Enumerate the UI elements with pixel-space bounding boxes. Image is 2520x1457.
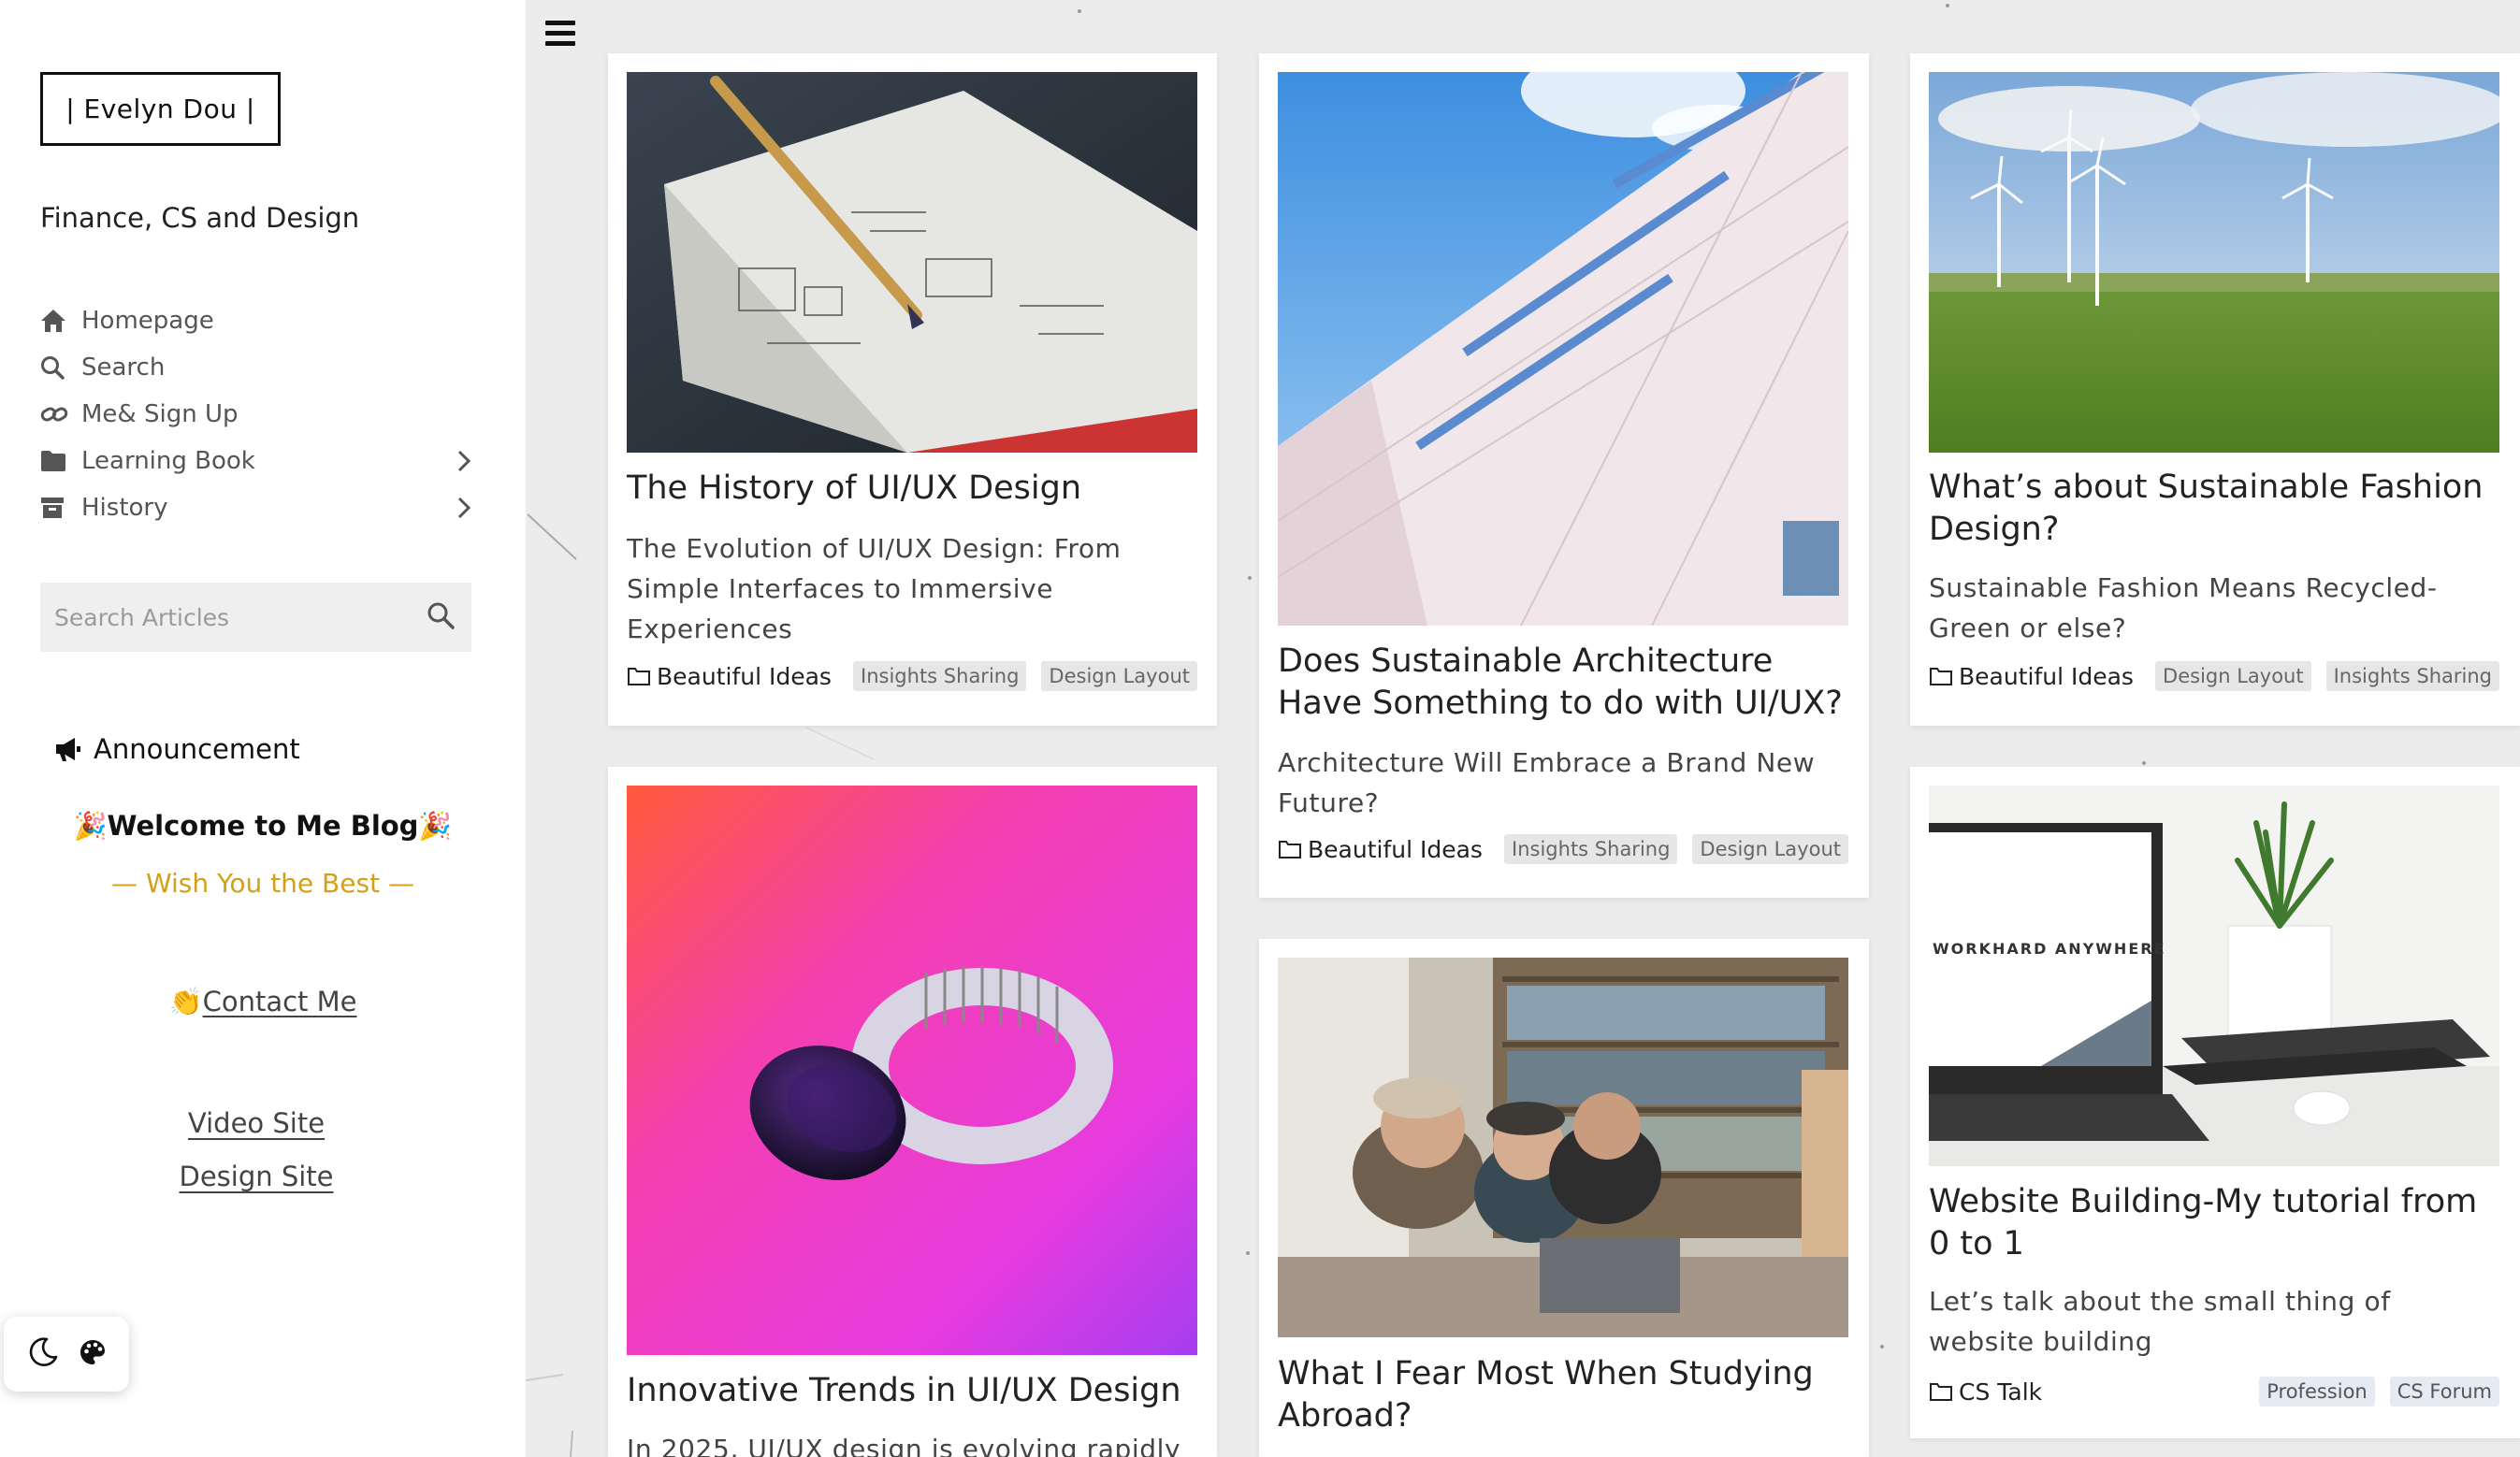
search-input[interactable] <box>54 603 427 631</box>
post-meta: CS Talk Profession CS Forum <box>1929 1377 2499 1407</box>
sidebar-item-label: History <box>81 494 168 522</box>
home-icon <box>40 309 81 333</box>
search-icon <box>40 355 81 380</box>
post-category-label: CS Talk <box>1959 1378 2043 1406</box>
sidebar-item-me-sign-up[interactable]: Me& Sign Up <box>40 391 471 438</box>
post-tag[interactable]: Profession <box>2259 1377 2375 1407</box>
post-meta: Beautiful Ideas Design Layout Insights S… <box>1929 661 2499 691</box>
post-meta: Beautiful Ideas Insights Sharing Design … <box>1278 834 1848 864</box>
post-thumbnail[interactable] <box>1278 72 1848 626</box>
post-excerpt: In 2025, UI/UX design is evolving rapidl… <box>627 1434 1181 1457</box>
post-category[interactable]: Beautiful Ideas <box>1929 663 2134 690</box>
post-tag[interactable]: CS Forum <box>2389 1377 2499 1407</box>
site-brand[interactable]: | Evelyn Dou | <box>40 72 281 146</box>
sidebar-item-label: Learning Book <box>81 447 255 475</box>
clap-emoji: 👏 <box>168 986 203 1017</box>
post-thumbnail[interactable]: WORKHARD ANYWHERE <box>1929 786 2499 1166</box>
sidebar-item-label: Homepage <box>81 307 214 335</box>
sidebar-item-label: Search <box>81 353 166 382</box>
megaphone-icon <box>54 736 94 762</box>
post-title[interactable]: What I Fear Most When Studying Abroad? <box>1278 1353 1848 1437</box>
post-thumbnail[interactable] <box>627 786 1197 1355</box>
post-tag[interactable]: Design Layout <box>2155 661 2311 691</box>
contact-me-link[interactable]: 👏Contact Me <box>0 986 526 1018</box>
post-tag[interactable]: Insights Sharing <box>2325 661 2499 691</box>
welcome-message: 🎉Welcome to Me Blog🎉 <box>73 810 453 842</box>
post-card[interactable]: What I Fear Most When Studying Abroad? <box>1259 939 1869 1457</box>
post-excerpt: Sustainable Fashion Means Recycled-Green… <box>1929 572 2438 643</box>
post-category-label: Beautiful Ideas <box>657 662 832 690</box>
post-category-label: Beautiful Ideas <box>1308 835 1483 863</box>
post-card[interactable]: WORKHARD ANYWHERE Website Building-My tu… <box>1910 767 2520 1438</box>
post-tag[interactable]: Insights Sharing <box>853 661 1027 691</box>
post-title[interactable]: The History of UI/UX Design <box>627 468 1197 510</box>
post-excerpt: The Evolution of UI/UX Design: From Simp… <box>627 533 1122 644</box>
announcement-heading: Announcement <box>54 733 300 765</box>
chevron-right-icon[interactable] <box>448 497 471 519</box>
post-title[interactable]: Website Building-My tutorial from 0 to 1 <box>1929 1181 2499 1265</box>
dark-mode-icon[interactable] <box>27 1336 59 1372</box>
post-title[interactable]: Innovative Trends in UI/UX Design <box>627 1370 1197 1412</box>
sidebar: | Evelyn Dou | Finance, CS and Design Ho… <box>0 0 526 1457</box>
design-site-link[interactable]: Design Site <box>0 1161 513 1192</box>
folder-icon <box>40 450 81 472</box>
chevron-right-icon[interactable] <box>448 450 471 472</box>
post-excerpt: Let’s talk about the small thing of webs… <box>1929 1286 2391 1357</box>
post-card[interactable]: What’s about Sustainable Fashion Design?… <box>1910 53 2520 726</box>
post-title[interactable]: What’s about Sustainable Fashion Design? <box>1929 467 2499 551</box>
post-tag[interactable]: Insights Sharing <box>1504 834 1678 864</box>
theme-controls <box>4 1317 129 1392</box>
post-category[interactable]: CS Talk <box>1929 1378 2042 1406</box>
post-card[interactable]: The History of UI/UX Design The Evolutio… <box>608 53 1217 726</box>
folder-icon <box>1279 841 1301 858</box>
wish-message: — Wish You the Best — <box>111 868 414 899</box>
post-excerpt: Architecture Will Embrace a Brand New Fu… <box>1278 747 1816 818</box>
sidebar-item-history[interactable]: History <box>40 484 471 531</box>
post-card[interactable]: Does Sustainable Architecture Have Somet… <box>1259 53 1869 898</box>
post-meta: Beautiful Ideas Insights Sharing Design … <box>627 661 1197 691</box>
sidebar-nav: Homepage Search Me& Sign Up Learning Boo… <box>40 297 471 531</box>
post-thumbnail[interactable] <box>1278 958 1848 1337</box>
sidebar-item-homepage[interactable]: Homepage <box>40 297 471 344</box>
site-tagline: Finance, CS and Design <box>40 202 360 234</box>
post-thumbnail[interactable] <box>1929 72 2499 453</box>
archive-icon <box>40 497 81 519</box>
post-tag[interactable]: Design Layout <box>1041 661 1197 691</box>
post-thumbnail[interactable] <box>627 72 1197 453</box>
post-tag[interactable]: Design Layout <box>1692 834 1848 864</box>
post-card[interactable]: Innovative Trends in UI/UX Design In 202… <box>608 767 1217 1457</box>
sidebar-item-search[interactable]: Search <box>40 344 471 391</box>
folder-icon <box>628 668 650 685</box>
contact-me-label[interactable]: Contact Me <box>203 986 357 1017</box>
post-category[interactable]: Beautiful Ideas <box>1278 836 1483 863</box>
laptop-screen-line1: WORKHARD ANYWHERE <box>1933 940 2166 958</box>
video-site-link[interactable]: Video Site <box>0 1107 513 1139</box>
search-icon[interactable] <box>427 601 455 633</box>
post-category[interactable]: Beautiful Ideas <box>627 663 832 690</box>
palette-icon[interactable] <box>79 1338 107 1370</box>
announcement-title: Announcement <box>94 733 300 765</box>
sidebar-item-learning-book[interactable]: Learning Book <box>40 438 471 484</box>
link-icon <box>40 403 81 426</box>
post-title[interactable]: Does Sustainable Architecture Have Somet… <box>1278 641 1848 725</box>
folder-icon <box>1930 1383 1952 1401</box>
folder-icon <box>1930 668 1952 685</box>
article-search <box>40 583 471 652</box>
sidebar-item-label: Me& Sign Up <box>81 400 239 428</box>
post-category-label: Beautiful Ideas <box>1959 662 2134 690</box>
